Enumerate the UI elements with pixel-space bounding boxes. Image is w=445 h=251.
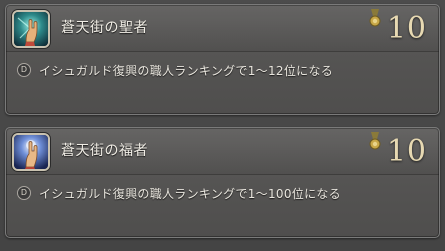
blessed-hand-icon — [14, 135, 48, 169]
achievement-points: 10 — [386, 11, 427, 46]
achievement-icon — [12, 133, 50, 171]
achievement-card[interactable]: 蒼天街の聖者 10 D イシュガルド復興の職人ランキングで1～12位になる — [5, 4, 440, 115]
saint-hand-icon — [14, 12, 48, 46]
achievement-description-row: D イシュガルド復興の職人ランキングで1～12位になる — [17, 62, 333, 78]
requirement-bullet-icon: D — [17, 63, 31, 77]
achievement-description: イシュガルド復興の職人ランキングで1～100位になる — [39, 186, 341, 201]
achievement-points: 10 — [386, 134, 427, 169]
achievement-card[interactable]: 蒼天街の福者 10 D イシュガルド復興の職人ランキングで1～100位になる — [5, 127, 440, 238]
achievement-description: イシュガルド復興の職人ランキングで1～12位になる — [39, 63, 334, 78]
achievement-header: 蒼天街の聖者 10 — [6, 5, 439, 52]
achievement-list: 蒼天街の聖者 10 D イシュガルド復興の職人ランキングで1～12位になる 蒼天… — [0, 0, 445, 251]
achievement-description-row: D イシュガルド復興の職人ランキングで1～100位になる — [17, 185, 341, 201]
achievement-icon — [12, 10, 50, 48]
medal-icon — [369, 132, 381, 150]
medal-icon — [369, 9, 381, 27]
achievement-title: 蒼天街の福者 — [61, 143, 148, 159]
achievement-title: 蒼天街の聖者 — [61, 20, 148, 36]
achievement-header: 蒼天街の福者 10 — [6, 128, 439, 175]
requirement-bullet-icon: D — [17, 186, 31, 200]
